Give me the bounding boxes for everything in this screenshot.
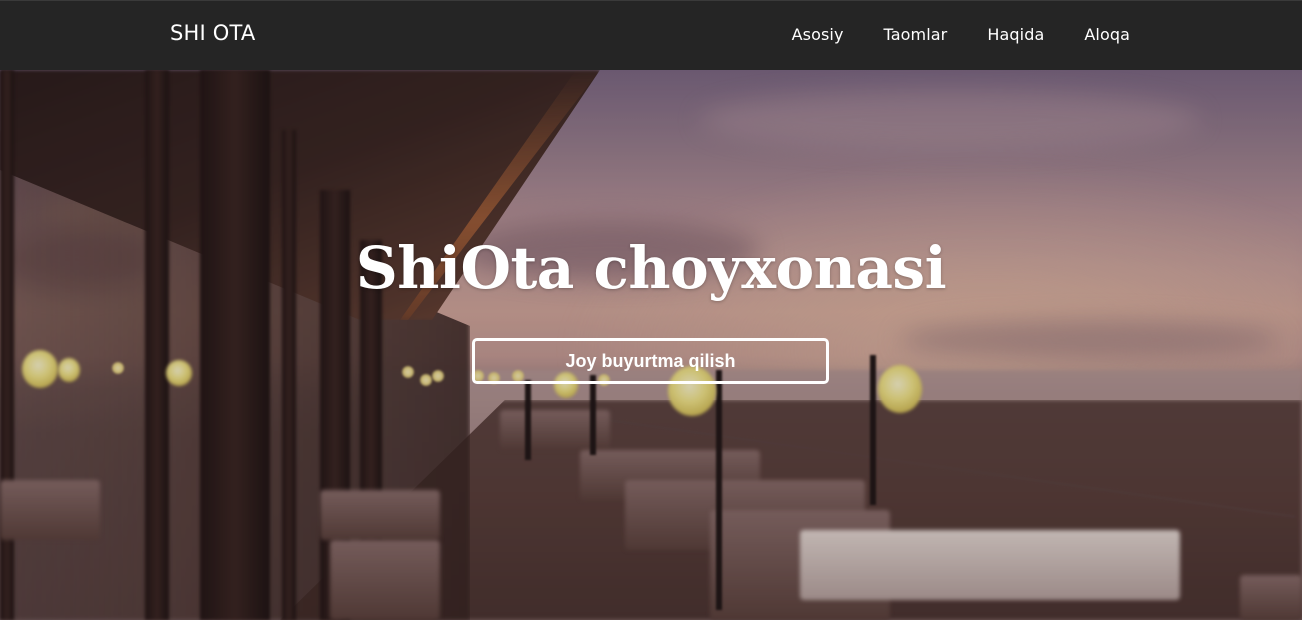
hero-section: ShiOta choyxonasi Joy buyurtma qilish xyxy=(0,70,1302,620)
hero-title: ShiOta choyxonasi xyxy=(355,234,947,302)
nav-link-aloqa[interactable]: Aloqa xyxy=(1084,25,1130,44)
reserve-table-button[interactable]: Joy buyurtma qilish xyxy=(472,338,829,384)
nav-links: Asosiy Taomlar Haqida Aloqa xyxy=(792,25,1130,44)
brand-logo[interactable]: SHI OTA xyxy=(170,21,255,45)
nav-link-asosiy[interactable]: Asosiy xyxy=(792,25,844,44)
nav-link-taomlar[interactable]: Taomlar xyxy=(884,25,948,44)
nav-link-haqida[interactable]: Haqida xyxy=(987,25,1044,44)
navbar: SHI OTA Asosiy Taomlar Haqida Aloqa xyxy=(0,0,1302,70)
